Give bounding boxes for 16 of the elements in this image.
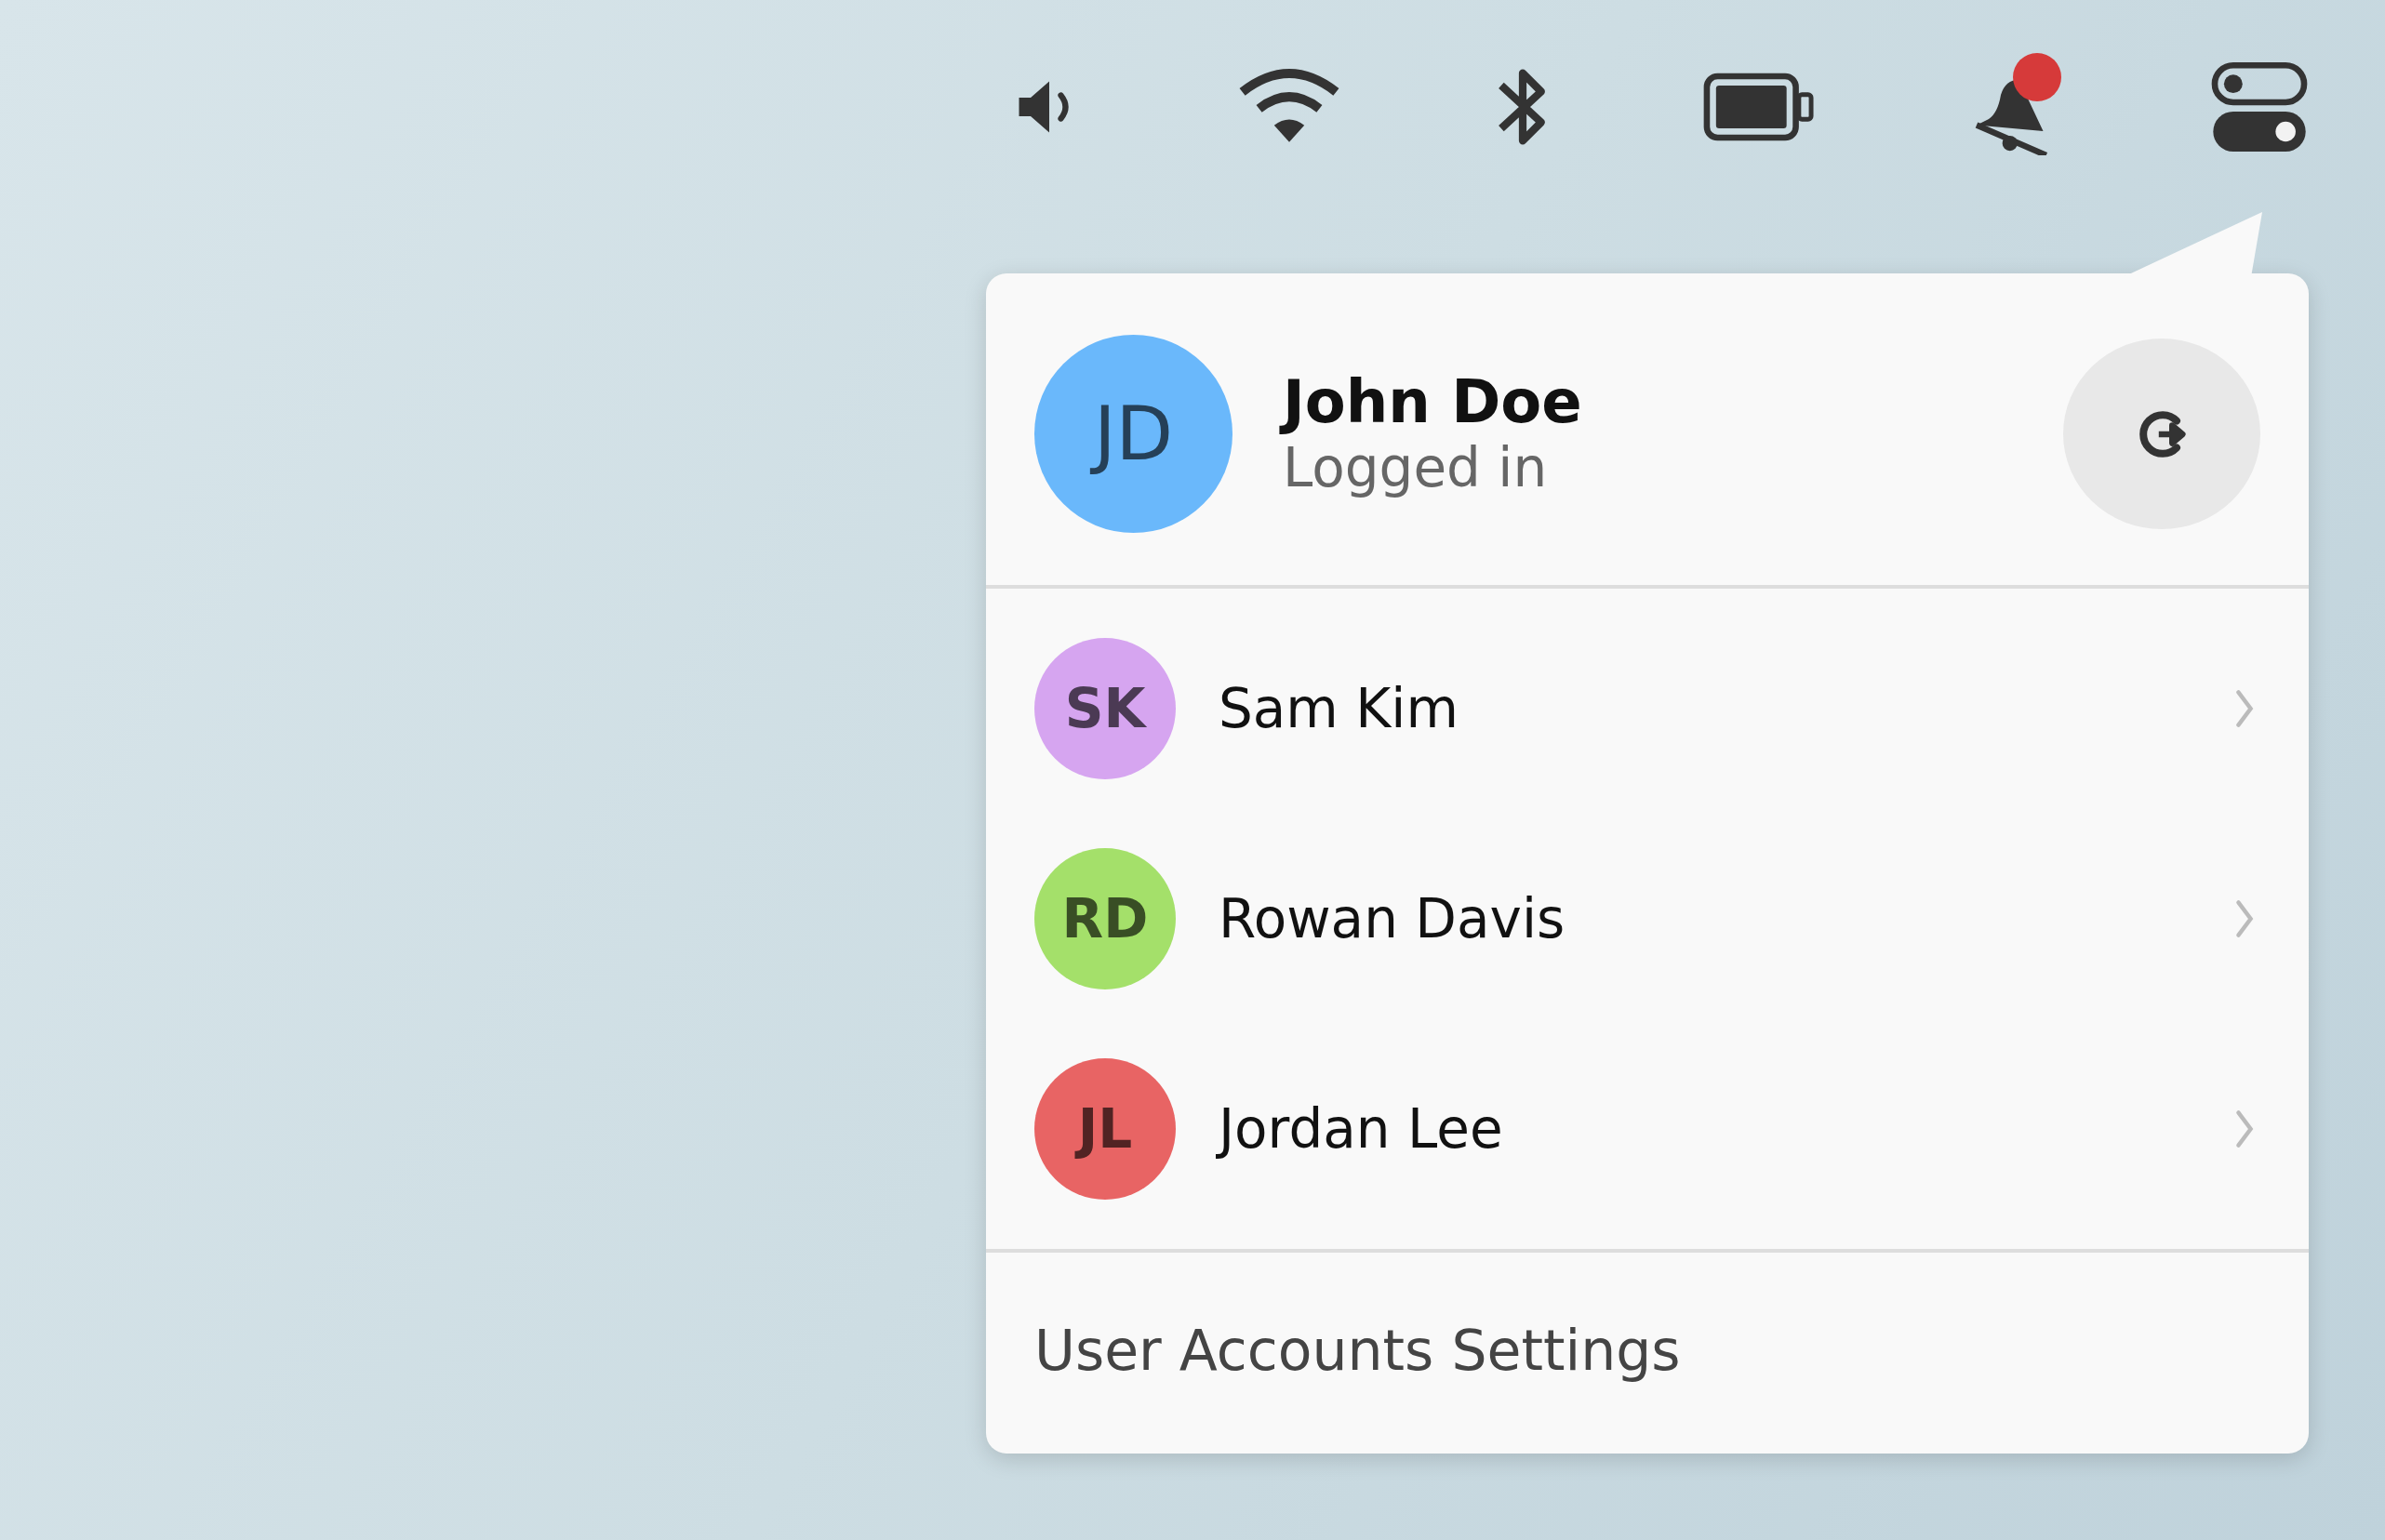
avatar-circle: SK [1034, 638, 1176, 779]
chevron-right-icon [2234, 898, 2255, 939]
login-status: Logged in [1283, 436, 1549, 499]
toggle-switches-icon[interactable] [2210, 60, 2309, 153]
account-list-item[interactable]: JL Jordan Lee [986, 1024, 2309, 1234]
avatar-circle: RD [1034, 848, 1176, 989]
chevron-right-icon [2234, 688, 2255, 729]
chevron-right-icon [2234, 1109, 2255, 1149]
account-list-item[interactable]: SK Sam Kim [986, 604, 2309, 814]
battery-icon[interactable] [1702, 72, 1816, 142]
avatar-circle: JL [1034, 1058, 1176, 1200]
account-name: Sam Kim [1219, 677, 1459, 740]
avatar-circle: JD [1034, 335, 1232, 533]
settings-link[interactable]: User Accounts Settings [1034, 1318, 1681, 1383]
account-list-item[interactable]: RD Rowan Davis [986, 814, 2309, 1024]
account-name: Rowan Davis [1219, 887, 1566, 950]
